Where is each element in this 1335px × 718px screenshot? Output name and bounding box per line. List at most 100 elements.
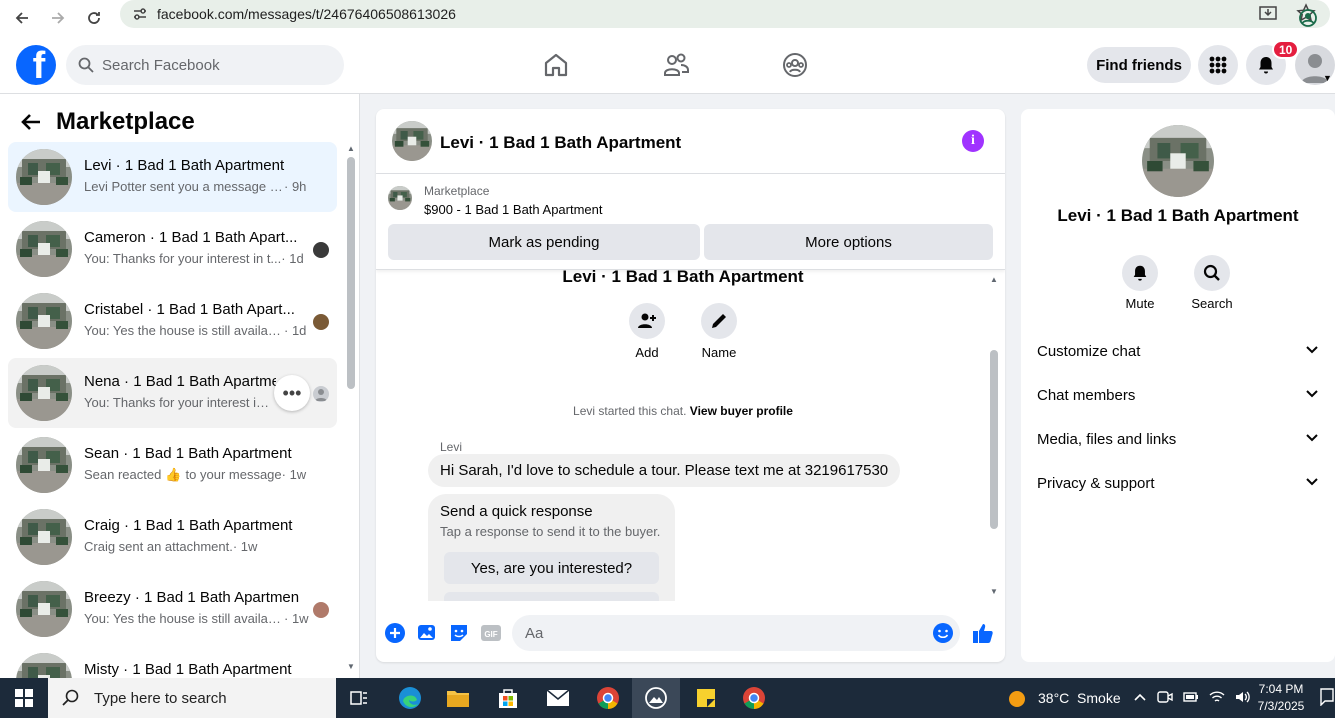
pencil-icon (701, 303, 737, 339)
chrome-profile-icon[interactable] (730, 678, 778, 718)
sticky-notes-icon[interactable] (682, 678, 730, 718)
gif-icon[interactable]: GIF (480, 622, 502, 644)
scroll-up-arrow-icon[interactable]: ▲ (990, 275, 998, 284)
weather-text: 38°C Smoke (1038, 690, 1121, 706)
add-person-icon (629, 303, 665, 339)
facebook-search[interactable]: Search Facebook (66, 45, 344, 85)
sidebar-scrollbar[interactable] (347, 157, 355, 389)
reload-icon[interactable] (82, 6, 106, 30)
privacy-support-section[interactable]: Privacy & support (1037, 463, 1319, 503)
chat-members-section[interactable]: Chat members (1037, 375, 1319, 415)
weather-widget[interactable]: 38°C Smoke (1006, 678, 1121, 718)
battery-icon[interactable] (1183, 690, 1199, 706)
forward-icon[interactable] (46, 6, 70, 30)
section-label: Customize chat (1037, 342, 1141, 360)
section-label: Privacy & support (1037, 474, 1155, 492)
quick-response-subtitle: Tap a response to send it to the buyer. (440, 524, 661, 539)
listing-thumbnail[interactable] (388, 186, 412, 210)
home-icon[interactable] (542, 51, 570, 79)
friends-icon[interactable] (662, 51, 690, 79)
chat-title[interactable]: Levi · 1 Bad 1 Bath Apartment (440, 133, 681, 153)
conversation-preview: You: Yes the house is still availab... (84, 323, 284, 338)
search-icon (78, 57, 94, 73)
browser-profile-icon[interactable] (1296, 6, 1320, 30)
back-arrow-icon[interactable] (20, 111, 42, 133)
edge-browser-icon[interactable] (386, 678, 434, 718)
mail-icon[interactable] (534, 678, 582, 718)
section-label: Media, files and links (1037, 430, 1177, 448)
file-explorer-icon[interactable] (434, 678, 482, 718)
taskbar-clock[interactable]: 7:04 PM 7/3/2025 (1246, 681, 1316, 715)
account-chevron-icon[interactable]: ▼ (1323, 73, 1332, 83)
seen-avatar (313, 386, 329, 402)
quick-response-option[interactable] (444, 592, 659, 601)
seen-avatar (313, 314, 329, 330)
conversation-item[interactable]: Cristabel · 1 Bad 1 Bath Apart... You: Y… (8, 286, 337, 356)
conversation-name: Cristabel · 1 Bad 1 Bath Apart... (84, 301, 295, 318)
edit-name-button[interactable]: Name (689, 303, 749, 360)
conversation-item[interactable]: Breezy · 1 Bad 1 Bath Apartment You: Yes… (8, 574, 337, 644)
site-info-icon[interactable] (132, 6, 148, 27)
scroll-up-arrow-icon[interactable]: ▲ (347, 144, 355, 153)
add-person-button[interactable]: Add (617, 303, 677, 360)
more-options-button[interactable]: More options (704, 224, 993, 260)
menu-grid-icon[interactable] (1198, 45, 1238, 85)
info-icon[interactable]: i (962, 130, 984, 152)
microsoft-store-icon[interactable] (484, 678, 532, 718)
section-label: Chat members (1037, 386, 1136, 404)
listing-label: Marketplace (424, 184, 490, 198)
mark-as-pending-button[interactable]: Mark as pending (388, 224, 700, 260)
thumbs-up-emoji-icon: 👍 (165, 467, 182, 482)
chat-scrollbar[interactable] (990, 350, 998, 529)
conversation-time: · 1d (281, 251, 304, 266)
conversation-item[interactable]: Sean · 1 Bad 1 Bath Apartment Sean react… (8, 430, 337, 500)
sticker-icon[interactable] (448, 622, 470, 644)
clock-time: 7:04 PM (1258, 682, 1304, 696)
photo-icon[interactable] (416, 622, 438, 644)
customize-chat-section[interactable]: Customize chat (1037, 331, 1319, 371)
back-icon[interactable] (10, 6, 34, 30)
message-input[interactable]: Aa (512, 615, 960, 651)
search-placeholder: Search Facebook (102, 56, 220, 74)
thumbs-up-icon[interactable] (972, 622, 994, 644)
conversation-item[interactable]: Levi · 1 Bad 1 Bath Apartment Levi Potte… (8, 142, 337, 212)
find-friends-button[interactable]: Find friends (1087, 47, 1191, 83)
avatar[interactable] (392, 121, 432, 161)
plus-circle-icon[interactable] (384, 622, 406, 644)
install-app-icon[interactable] (1258, 3, 1278, 28)
conversation-item[interactable]: Craig · 1 Bad 1 Bath Apartment Craig sen… (8, 502, 337, 572)
more-options-dots-icon[interactable]: ••• (274, 375, 310, 411)
conversation-name: Misty · 1 Bad 1 Bath Apartment (84, 661, 292, 678)
windows-start-icon[interactable] (0, 678, 48, 718)
taskbar-search[interactable]: Type here to search (48, 678, 336, 718)
conversation-name: Cameron · 1 Bad 1 Bath Apart... (84, 229, 298, 246)
scroll-down-arrow-icon[interactable]: ▼ (990, 587, 998, 596)
groups-icon[interactable] (781, 51, 809, 79)
meet-now-icon[interactable] (1157, 690, 1173, 707)
listing-price[interactable]: $900 - 1 Bad 1 Bath Apartment (424, 202, 603, 217)
view-buyer-profile-link[interactable]: View buyer profile (690, 404, 793, 418)
thread-name: Levi · 1 Bad 1 Bath Apartment (562, 270, 804, 286)
facebook-logo[interactable]: f (16, 45, 56, 85)
avatar (1142, 125, 1214, 197)
mute-button[interactable]: Mute (1110, 255, 1170, 311)
emoji-icon[interactable] (932, 622, 954, 644)
conversation-name: Levi · 1 Bad 1 Bath Apartment (84, 157, 285, 174)
chrome-icon[interactable] (584, 678, 632, 718)
notification-center-icon[interactable] (1320, 688, 1334, 711)
media-files-links-section[interactable]: Media, files and links (1037, 419, 1319, 459)
wifi-icon[interactable] (1209, 690, 1225, 707)
address-bar[interactable]: facebook.com/messages/t/2467640650861302… (120, 0, 1330, 28)
conversation-item[interactable]: Misty · 1 Bad 1 Bath Apartment (8, 646, 337, 678)
conversation-item[interactable]: Cameron · 1 Bad 1 Bath Apart... You: Tha… (8, 214, 337, 284)
task-view-icon[interactable] (336, 678, 384, 718)
quick-response-option[interactable]: Yes, are you interested? (444, 552, 659, 584)
active-app-icon[interactable] (632, 678, 680, 718)
conversation-item[interactable]: Nena · 1 Bad 1 Bath Apartme You: Thanks … (8, 358, 337, 428)
weather-icon (1009, 691, 1025, 707)
message-bubble[interactable]: Hi Sarah, I'd love to schedule a tour. P… (428, 454, 901, 487)
search-chat-button[interactable]: Search (1182, 255, 1242, 311)
chevron-up-icon[interactable] (1133, 690, 1147, 707)
quick-response-title: Send a quick response (440, 503, 593, 520)
scroll-down-arrow-icon[interactable]: ▼ (347, 662, 355, 671)
